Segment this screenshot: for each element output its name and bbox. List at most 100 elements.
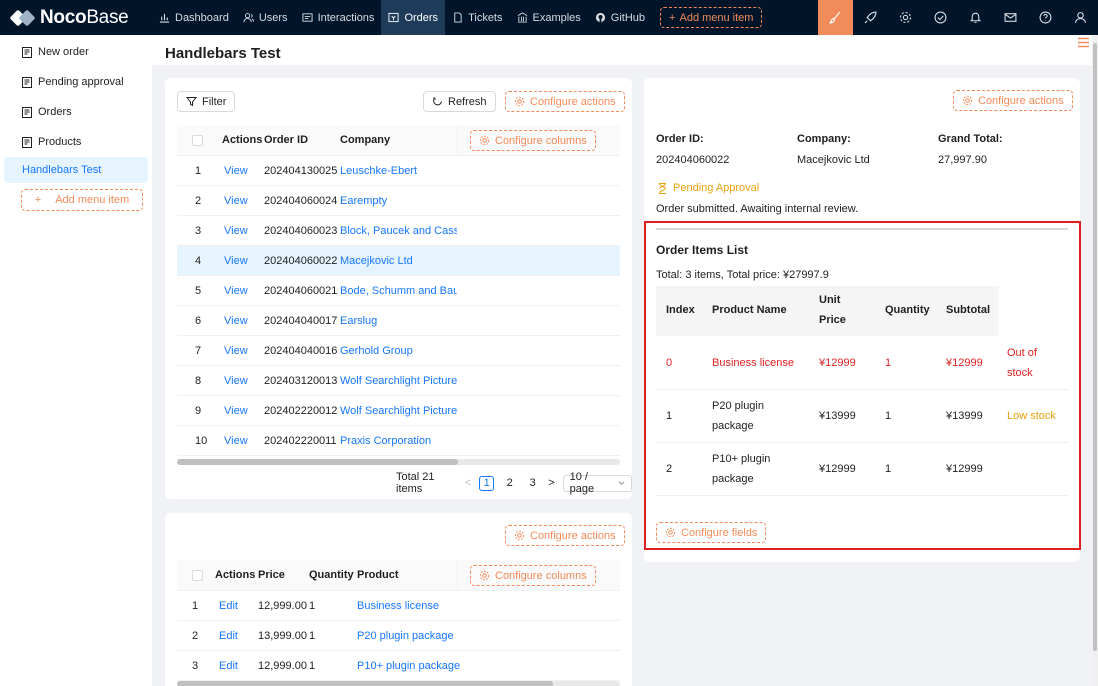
column-header-product[interactable]: Product <box>357 560 399 591</box>
table-row[interactable]: 3 View 202404060023 Block, Paucek and Cassi… <box>177 216 620 246</box>
table-row[interactable]: 8 View 202403120013 Wolf Searchlight Pictur… <box>177 366 620 396</box>
scrollbar-thumb[interactable] <box>177 681 553 686</box>
plus-icon: + <box>34 194 42 206</box>
column-header-price[interactable]: Price <box>258 560 285 591</box>
menu-item-examples[interactable]: Examples <box>510 0 588 35</box>
user-menu-button[interactable] <box>1063 0 1098 35</box>
plugin-manager-button[interactable] <box>853 0 888 35</box>
refresh-button[interactable]: Refresh <box>423 91 496 112</box>
edit-link[interactable]: Edit <box>219 651 238 681</box>
page-size-select[interactable]: 10 / page <box>562 471 632 495</box>
pagination-prev[interactable]: < <box>465 477 471 489</box>
column-header-order-id[interactable]: Order ID <box>264 125 308 156</box>
notifications-button[interactable] <box>958 0 993 35</box>
table-row[interactable]: 6 View 202404040017 Earslug <box>177 306 620 336</box>
add-menu-item-label: Add menu item <box>679 11 754 24</box>
menu-item-users[interactable]: Users <box>236 0 295 35</box>
column-header-quantity[interactable]: Quantity <box>309 560 354 591</box>
select-all-checkbox[interactable] <box>192 570 203 581</box>
column-header-company[interactable]: Company <box>340 125 390 156</box>
company-link[interactable]: Macejkovic Ltd <box>340 246 457 276</box>
sidebar-item-pending-approval[interactable]: Pending approval <box>4 69 148 95</box>
pagination-page-2[interactable]: 2 <box>502 476 517 491</box>
product-link[interactable]: P10+ plugin package <box>357 651 460 681</box>
product-link[interactable]: Business license <box>357 591 439 621</box>
help-button[interactable] <box>1028 0 1063 35</box>
order-id-cell: 202404060023 <box>264 225 338 237</box>
configure-columns-button[interactable]: Configure columns <box>470 565 596 586</box>
sidebar-add-menu-item-button[interactable]: + Add menu item <box>21 189 143 211</box>
ui-editor-button[interactable] <box>818 0 853 35</box>
order-id-cell: 202404060021 <box>264 285 338 297</box>
table-row[interactable]: 1 View 202404130025 Leuschke-Ebert <box>177 156 620 186</box>
view-link[interactable]: View <box>224 276 248 306</box>
table-row[interactable]: 1 Edit 12,999.00 1 Business license <box>177 591 620 621</box>
sidebar-item-handlebars-test[interactable]: Handlebars Test <box>4 157 148 183</box>
row-index: 6 <box>195 315 202 327</box>
company-link[interactable]: Gerhold Group <box>340 336 457 366</box>
page-scrollbar[interactable] <box>1092 35 1098 686</box>
view-link[interactable]: View <box>224 336 248 366</box>
menu-item-dashboard[interactable]: Dashboard <box>152 0 236 35</box>
add-menu-item-button[interactable]: + Add menu item <box>660 7 763 28</box>
table-row[interactable]: 4 View 202404060022 Macejkovic Ltd <box>177 246 620 276</box>
refresh-button-label: Refresh <box>448 95 487 108</box>
table-row[interactable]: 10 View 202402220011 Praxis Corporation <box>177 426 620 456</box>
edit-link[interactable]: Edit <box>219 591 238 621</box>
menu-item-orders[interactable]: Orders <box>381 0 446 35</box>
configure-fields-button[interactable]: Configure fields <box>656 522 767 543</box>
page-scrollbar-thumb[interactable] <box>1093 43 1097 651</box>
view-link[interactable]: View <box>224 306 248 336</box>
company-link[interactable]: Leuschke-Ebert <box>340 156 457 186</box>
horizontal-scrollbar[interactable] <box>177 681 620 686</box>
company-link[interactable]: Earslug <box>340 306 457 336</box>
pagination-page-1[interactable]: 1 <box>479 475 495 491</box>
select-all-checkbox[interactable] <box>192 135 203 146</box>
configure-columns-button[interactable]: Configure columns <box>470 130 596 151</box>
filter-button[interactable]: Filter <box>177 91 236 112</box>
order-items-list-title: Order Items List <box>656 243 749 257</box>
menu-item-tickets[interactable]: Tickets <box>445 0 509 35</box>
table-row[interactable]: 7 View 202404040016 Gerhold Group <box>177 336 620 366</box>
view-link[interactable]: View <box>224 246 248 276</box>
table-row[interactable]: 2 View 202404060024 Earempty <box>177 186 620 216</box>
menu-icon[interactable] <box>1078 37 1089 48</box>
horizontal-scrollbar[interactable] <box>177 459 620 465</box>
view-link[interactable]: View <box>224 216 248 246</box>
view-link[interactable]: View <box>224 366 248 396</box>
view-link[interactable]: View <box>224 156 248 186</box>
configure-actions-button[interactable]: Configure actions <box>505 525 625 546</box>
company-link[interactable]: Wolf Searchlight Pictures <box>340 366 457 396</box>
menu-item-interactions[interactable]: Interactions <box>295 0 382 35</box>
table-row[interactable]: 3 Edit 12,999.00 1 P10+ plugin package <box>177 651 620 681</box>
sidebar-item-orders[interactable]: Orders <box>4 99 148 125</box>
tasks-button[interactable] <box>923 0 958 35</box>
mail-button[interactable] <box>993 0 1028 35</box>
product-link[interactable]: P20 plugin package <box>357 621 454 651</box>
menu-item-github[interactable]: GitHub <box>588 0 652 35</box>
company-link[interactable]: Macejkovic Ltd <box>797 154 870 166</box>
gear-icon <box>962 95 973 106</box>
company-link[interactable]: Wolf Searchlight Pictures <box>340 396 457 426</box>
view-link[interactable]: View <box>224 396 248 426</box>
table-row[interactable]: 2 Edit 13,999.00 1 P20 plugin package <box>177 621 620 651</box>
view-link[interactable]: View <box>224 426 248 456</box>
company-link[interactable]: Earempty <box>340 186 457 216</box>
column-divider <box>457 560 458 591</box>
pagination-page-3[interactable]: 3 <box>525 476 540 491</box>
configure-actions-button[interactable]: Configure actions <box>505 91 625 112</box>
settings-button[interactable] <box>888 0 923 35</box>
scrollbar-thumb[interactable] <box>177 459 458 465</box>
table-row[interactable]: 9 View 202402220012 Wolf Searchlight Pictur… <box>177 396 620 426</box>
company-link[interactable]: Bode, Schumm and Bauch <box>340 276 457 306</box>
table-row[interactable]: 5 View 202404060021Bode, Schumm and Bauch <box>177 276 620 306</box>
sidebar-item-new-order[interactable]: New order <box>4 39 148 65</box>
pagination-next[interactable]: > <box>548 477 554 489</box>
company-link[interactable]: Praxis Corporation <box>340 426 457 456</box>
view-link[interactable]: View <box>224 186 248 216</box>
edit-link[interactable]: Edit <box>219 621 238 651</box>
sidebar-item-products[interactable]: Products <box>4 129 148 155</box>
configure-actions-button[interactable]: Configure actions <box>953 90 1073 111</box>
logo[interactable]: NocoBase <box>0 0 152 35</box>
company-link[interactable]: Block, Paucek and Cassin <box>340 216 457 246</box>
